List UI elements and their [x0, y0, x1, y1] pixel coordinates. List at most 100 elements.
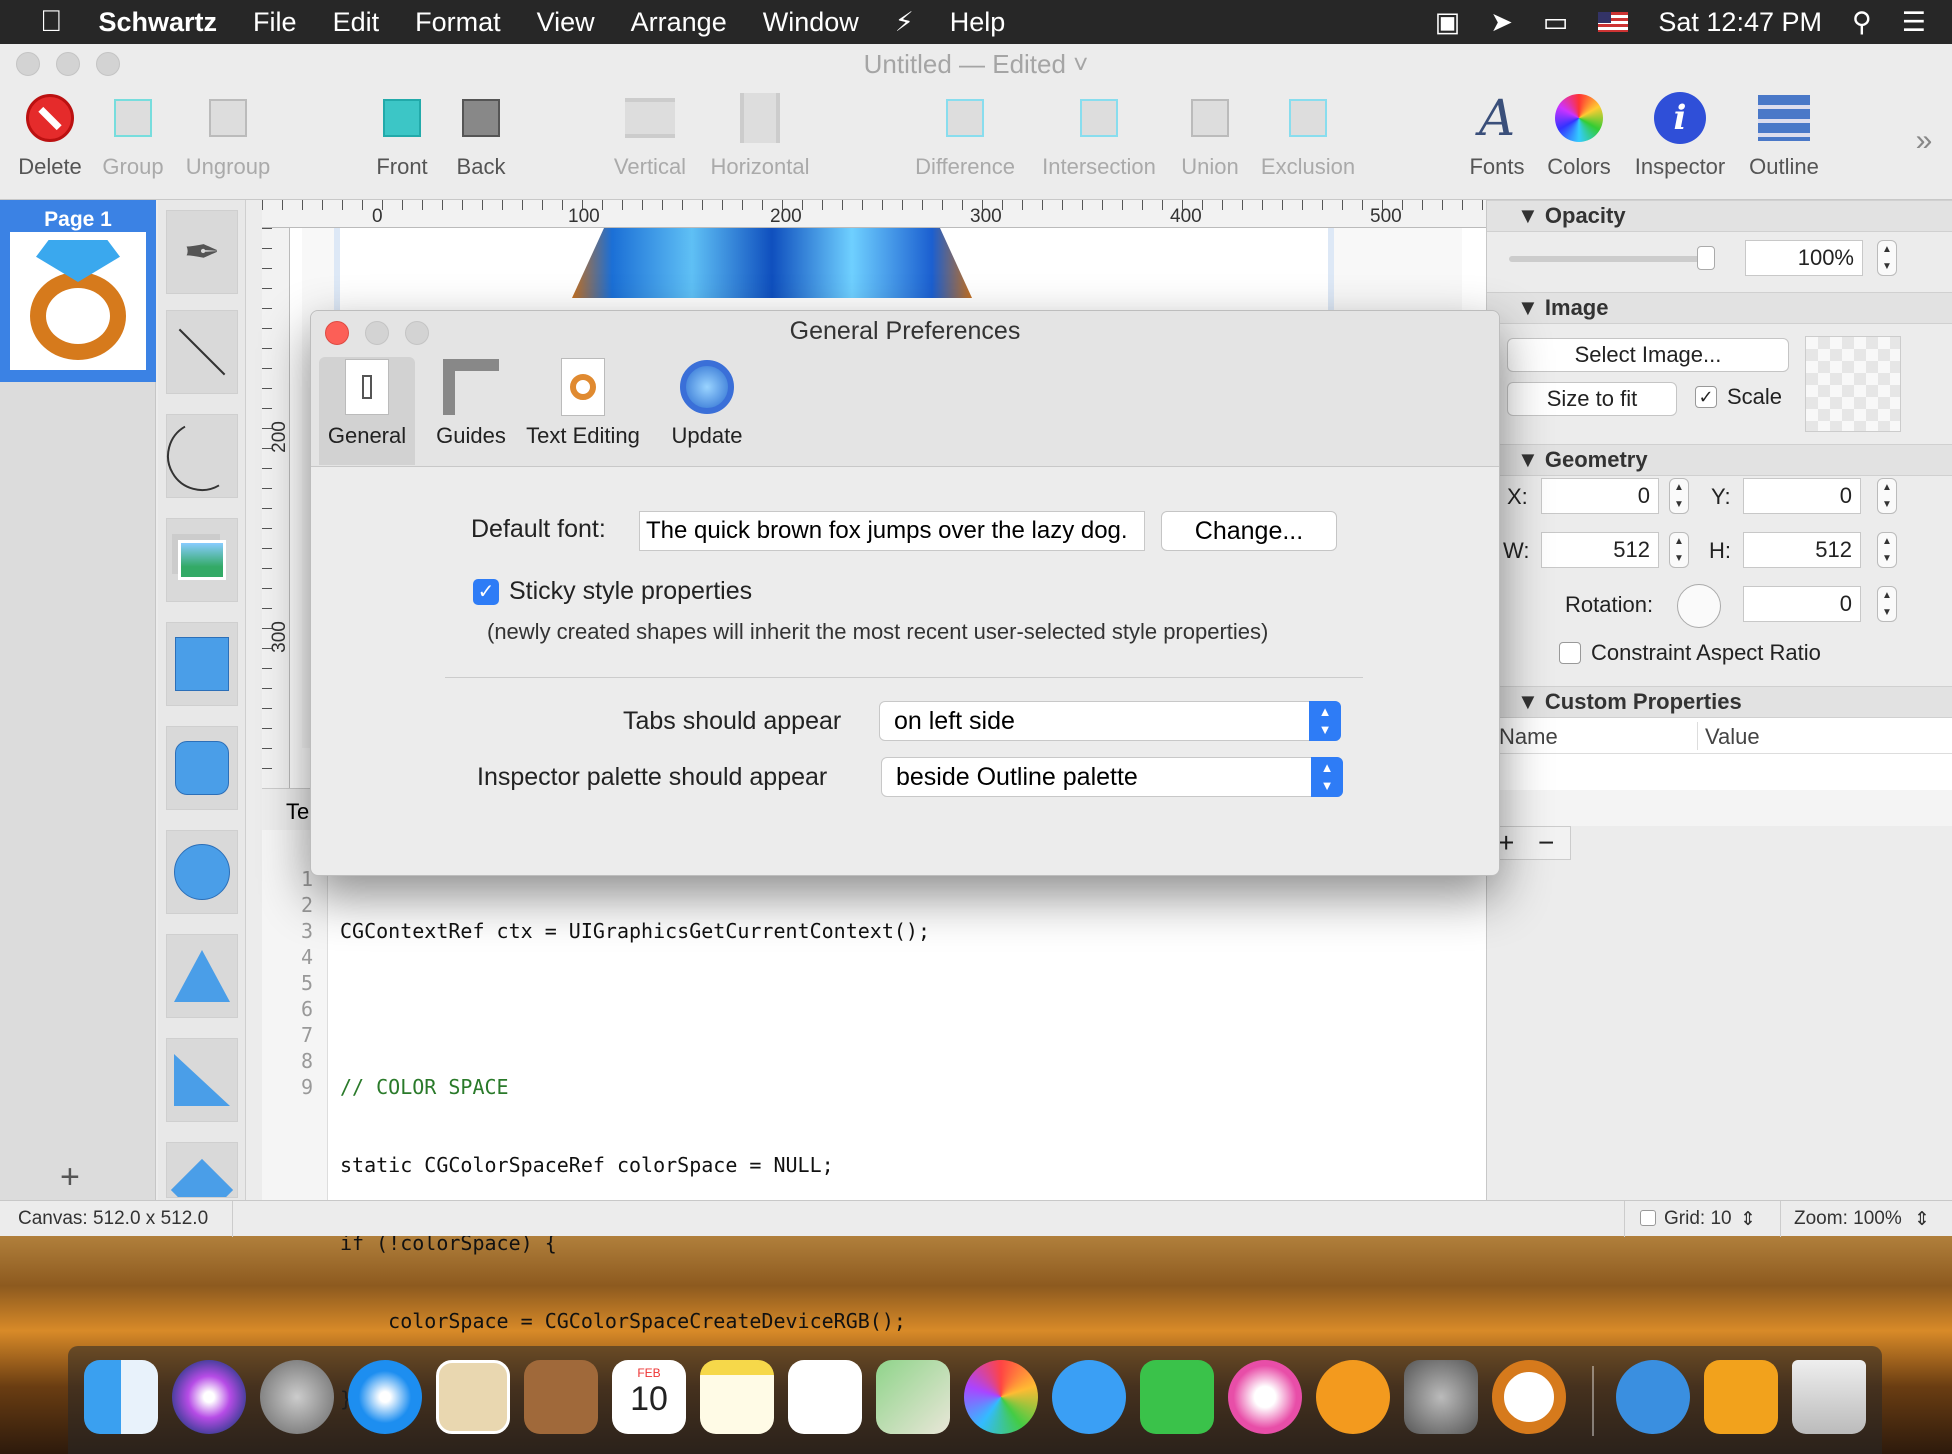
- trash-dock-icon[interactable]: [1792, 1360, 1866, 1434]
- apple-menu-icon[interactable]: : [40, 5, 63, 39]
- tabs-position-popup[interactable]: on left side ▲ ▼: [879, 701, 1341, 741]
- fonts-button[interactable]: A Fonts: [1464, 89, 1530, 180]
- right-triangle-tool-icon[interactable]: [166, 1038, 238, 1122]
- diamond-tool-icon[interactable]: [166, 1142, 238, 1198]
- delete-button[interactable]: Delete: [12, 90, 88, 180]
- pen-tool-icon[interactable]: ✒: [166, 210, 238, 294]
- zoom-stepper-icon[interactable]: ⇕: [1914, 1208, 1930, 1231]
- image-tool-icon[interactable]: [166, 518, 238, 602]
- change-font-button[interactable]: Change...: [1161, 511, 1337, 551]
- align-vertical-button[interactable]: Vertical: [608, 90, 692, 180]
- finder-dock-icon[interactable]: [84, 1360, 158, 1434]
- downloads-stack-icon[interactable]: [1704, 1360, 1778, 1434]
- rounded-rectangle-tool-icon[interactable]: [166, 726, 238, 810]
- width-stepper[interactable]: ▲ ▼: [1669, 532, 1689, 568]
- siri-dock-icon[interactable]: [172, 1360, 246, 1434]
- tab-update[interactable]: Update: [651, 357, 763, 465]
- rectangle-tool-icon[interactable]: [166, 622, 238, 706]
- x-field[interactable]: 0: [1541, 478, 1659, 514]
- align-horizontal-button[interactable]: Horizontal: [706, 90, 814, 180]
- menu-view[interactable]: View: [537, 7, 595, 38]
- tab-text-editing[interactable]: Text Editing: [517, 357, 649, 465]
- ibooks-dock-icon[interactable]: [1316, 1360, 1390, 1434]
- inspector-button[interactable]: i Inspector: [1628, 90, 1732, 180]
- line-tool-icon[interactable]: [166, 310, 238, 394]
- safari-dock-icon[interactable]: [348, 1360, 422, 1434]
- triangle-tool-icon[interactable]: [166, 934, 238, 1018]
- notification-center-icon[interactable]: ☰: [1902, 7, 1926, 38]
- height-stepper[interactable]: ▲ ▼: [1877, 532, 1897, 568]
- grid-checkbox[interactable]: [1640, 1210, 1656, 1226]
- back-button[interactable]: Back: [448, 90, 514, 180]
- union-button[interactable]: Union: [1178, 90, 1242, 180]
- mail-dock-icon[interactable]: [436, 1360, 510, 1434]
- menu-clock[interactable]: Sat 12:47 PM: [1658, 7, 1822, 38]
- rotation-dial[interactable]: [1677, 584, 1721, 628]
- code-editor[interactable]: 123456789 CGContextRef ctx = UIGraphicsG…: [262, 830, 1486, 1411]
- grid-popup[interactable]: Grid: 10: [1664, 1208, 1732, 1230]
- spotlight-search-icon[interactable]: ⚲: [1852, 7, 1872, 38]
- y-stepper[interactable]: ▲ ▼: [1877, 478, 1897, 514]
- opacity-field[interactable]: 100%: [1745, 240, 1863, 276]
- system-preferences-dock-icon[interactable]: [1404, 1360, 1478, 1434]
- flag-icon[interactable]: [1598, 12, 1629, 32]
- menu-script-icon[interactable]: ⚡: [895, 7, 914, 38]
- intersection-button[interactable]: Intersection: [1036, 90, 1162, 180]
- geometry-section-header[interactable]: ▼ Geometry: [1487, 444, 1952, 476]
- opacity-slider-knob[interactable]: [1697, 246, 1715, 270]
- send-icon[interactable]: ➤: [1490, 7, 1513, 38]
- menu-edit[interactable]: Edit: [333, 7, 380, 38]
- height-field[interactable]: 512: [1743, 532, 1861, 568]
- add-property-button[interactable]: +: [1498, 827, 1514, 859]
- menu-help[interactable]: Help: [950, 7, 1006, 38]
- menu-file[interactable]: File: [253, 7, 297, 38]
- reeder-dock-icon[interactable]: [1616, 1360, 1690, 1434]
- toolbar-overflow-icon[interactable]: »: [1904, 124, 1944, 158]
- group-button[interactable]: Group: [98, 90, 168, 180]
- image-well[interactable]: [1805, 336, 1901, 432]
- launchpad-dock-icon[interactable]: [260, 1360, 334, 1434]
- difference-button[interactable]: Difference: [910, 90, 1020, 180]
- zoom-popup[interactable]: Zoom: 100%: [1794, 1208, 1902, 1230]
- inspector-position-popup[interactable]: beside Outline palette ▲ ▼: [881, 757, 1343, 797]
- menu-window[interactable]: Window: [763, 7, 859, 38]
- image-section-header[interactable]: ▼ Image: [1487, 292, 1952, 324]
- y-field[interactable]: 0: [1743, 478, 1861, 514]
- facetime-dock-icon[interactable]: [1140, 1360, 1214, 1434]
- ring-image[interactable]: [572, 228, 972, 298]
- menu-arrange[interactable]: Arrange: [631, 7, 727, 38]
- size-to-fit-button[interactable]: Size to fit: [1507, 382, 1677, 416]
- ungroup-button[interactable]: Ungroup: [180, 90, 276, 180]
- remove-property-button[interactable]: −: [1538, 827, 1554, 859]
- grid-stepper-icon[interactable]: ⇕: [1740, 1208, 1756, 1231]
- default-font-field[interactable]: The quick brown fox jumps over the lazy …: [639, 511, 1145, 551]
- colors-button[interactable]: Colors: [1544, 90, 1614, 180]
- display-icon[interactable]: ▣: [1435, 7, 1461, 38]
- window-title[interactable]: Untitled — Edited ˅: [864, 49, 1089, 79]
- outline-button[interactable]: Outline: [1744, 90, 1824, 180]
- reminders-dock-icon[interactable]: [788, 1360, 862, 1434]
- notes-dock-icon[interactable]: [700, 1360, 774, 1434]
- photos-dock-icon[interactable]: [964, 1360, 1038, 1434]
- custom-properties-table[interactable]: [1487, 754, 1952, 790]
- messages-dock-icon[interactable]: [1052, 1360, 1126, 1434]
- width-field[interactable]: 512: [1541, 532, 1659, 568]
- zoom-window-button[interactable]: [96, 52, 120, 76]
- menu-format[interactable]: Format: [415, 7, 501, 38]
- menu-app-name[interactable]: Schwartz: [99, 7, 218, 38]
- close-window-button[interactable]: [16, 52, 40, 76]
- calendar-dock-icon[interactable]: FEB 10: [612, 1360, 686, 1434]
- scale-checkbox[interactable]: ✓: [1695, 386, 1717, 408]
- contacts-dock-icon[interactable]: [524, 1360, 598, 1434]
- itunes-dock-icon[interactable]: [1228, 1360, 1302, 1434]
- tab-guides[interactable]: Guides: [423, 357, 519, 465]
- rotation-field[interactable]: 0: [1743, 586, 1861, 622]
- page-1-item[interactable]: Page 1: [0, 200, 156, 382]
- add-page-button[interactable]: +: [60, 1158, 80, 1197]
- maps-dock-icon[interactable]: [876, 1360, 950, 1434]
- minimize-window-button[interactable]: [56, 52, 80, 76]
- tab-general[interactable]: General: [319, 357, 415, 465]
- opacity-stepper[interactable]: ▲ ▼: [1877, 240, 1897, 276]
- rotation-stepper[interactable]: ▲ ▼: [1877, 586, 1897, 622]
- opacity-slider[interactable]: [1509, 246, 1715, 270]
